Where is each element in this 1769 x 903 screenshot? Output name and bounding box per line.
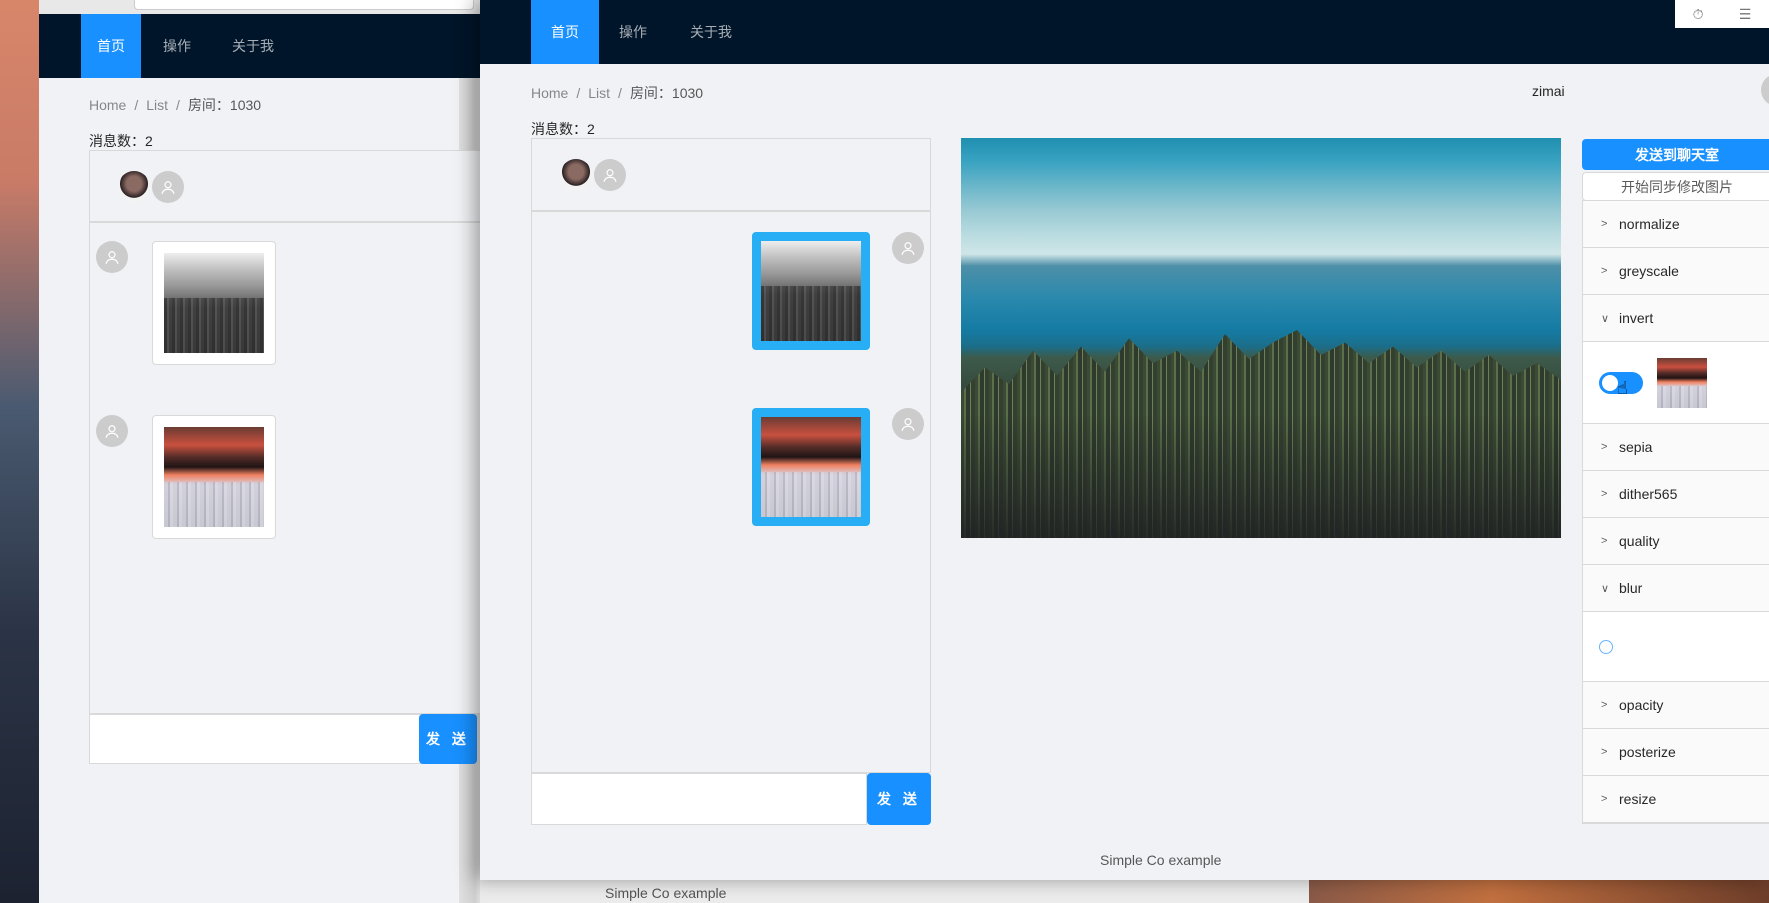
send-button[interactable]: 发 送: [419, 714, 477, 764]
member-bar: [531, 138, 931, 211]
person-icon[interactable]: [594, 159, 626, 191]
username[interactable]: zimai: [1532, 83, 1565, 99]
message-count: 消息数：2: [89, 133, 153, 149]
message-bubble[interactable]: [152, 241, 276, 365]
person-icon[interactable]: [152, 171, 184, 203]
sync-edit-button[interactable]: 开始同步修改图片: [1582, 172, 1769, 201]
breadcrumb-room: 房间：1030: [629, 85, 704, 101]
filter-quality[interactable]: > quality: [1583, 518, 1769, 565]
message-input[interactable]: [531, 773, 867, 825]
filter-label: invert: [1619, 310, 1654, 326]
message-image-invert[interactable]: [761, 417, 861, 517]
avatar[interactable]: [560, 159, 592, 191]
bg-nav-bar: 首页 操作 关于我: [39, 14, 499, 78]
member-bar: [89, 150, 499, 222]
message-bubble-self[interactable]: [752, 408, 870, 526]
message-bubble-self[interactable]: [752, 232, 870, 350]
breadcrumb-list[interactable]: List: [588, 85, 610, 101]
nav-bar: 首页 操作 关于我: [480, 0, 1769, 64]
edited-image[interactable]: [961, 138, 1561, 538]
person-icon: [96, 415, 128, 447]
nav-item-home[interactable]: 首页: [81, 14, 141, 78]
invert-preview-thumbnail[interactable]: [1657, 358, 1707, 408]
bg-footer-text: Simple Co example: [605, 885, 727, 901]
breadcrumb-room: 房间：1030: [187, 97, 262, 113]
filter-label: opacity: [1619, 697, 1664, 713]
chevron-right-icon: >: [1601, 488, 1608, 500]
chevron-down-icon: ∨: [1601, 312, 1610, 325]
timer-icon[interactable]: ⏱: [1693, 6, 1704, 23]
desktop-wallpaper: [1309, 880, 1769, 903]
breadcrumb-home[interactable]: Home: [89, 97, 126, 113]
message-image-greyscale[interactable]: [164, 253, 264, 353]
chevron-right-icon: >: [1601, 535, 1608, 547]
background-window: 首页 操作 关于我 Home / List / 房间：1030 消息数：2 发 送: [39, 0, 499, 903]
send-to-room-button[interactable]: 发送到聊天室: [1582, 139, 1769, 170]
blur-loading-indicator: [1599, 640, 1613, 654]
person-icon: [892, 408, 924, 440]
filter-normalize[interactable]: > normalize: [1583, 201, 1769, 248]
foreground-window: 首页 操作 关于我 Home / List / 房间：1030 zimai 消息数：2 …: [480, 0, 1769, 880]
breadcrumb: Home / List / 房间：1030: [531, 85, 704, 101]
image-forest: [961, 330, 1561, 538]
chevron-down-icon: ∨: [1601, 582, 1610, 595]
address-field[interactable]: [134, 0, 474, 10]
filter-opacity[interactable]: > opacity: [1583, 682, 1769, 729]
filter-posterize[interactable]: > posterize: [1583, 729, 1769, 776]
chevron-right-icon: >: [1601, 746, 1608, 758]
filter-label: quality: [1619, 533, 1660, 549]
person-icon: [892, 232, 924, 264]
user-avatar[interactable]: [1761, 74, 1769, 106]
avatar[interactable]: [118, 171, 150, 203]
breadcrumb: Home / List / 房间：1030: [89, 97, 262, 113]
breadcrumb-list[interactable]: List: [146, 97, 168, 113]
breadcrumb-home[interactable]: Home: [531, 85, 568, 101]
chevron-right-icon: >: [1601, 218, 1608, 230]
filter-dither565[interactable]: > dither565: [1583, 471, 1769, 518]
filter-invert[interactable]: ∨ invert ☝: [1583, 295, 1769, 424]
message-input[interactable]: [89, 714, 423, 764]
filter-label: posterize: [1619, 744, 1676, 760]
filter-label: normalize: [1619, 216, 1680, 232]
filter-label: sepia: [1619, 439, 1653, 455]
chevron-right-icon: >: [1601, 441, 1608, 453]
layers-icon[interactable]: ☰: [1739, 6, 1752, 23]
filter-label: blur: [1619, 580, 1643, 596]
filter-label: greyscale: [1619, 263, 1679, 279]
filter-invert-body: ☝: [1583, 341, 1769, 423]
chevron-right-icon: >: [1601, 699, 1608, 711]
filter-label: dither565: [1619, 486, 1678, 502]
footer-text: Simple Co example: [1100, 852, 1222, 868]
message-image-invert[interactable]: [164, 427, 264, 527]
chevron-right-icon: >: [1601, 265, 1608, 277]
nav-item-about[interactable]: 关于我: [667, 0, 755, 64]
nav-item-home[interactable]: 首页: [531, 0, 599, 64]
message-list: [531, 211, 931, 773]
system-toolbar: ⏱ ☰: [1675, 0, 1769, 28]
filter-label: resize: [1619, 791, 1657, 807]
filter-blur-body: [1583, 611, 1769, 681]
filter-blur[interactable]: ∨ blur: [1583, 565, 1769, 682]
message-image-greyscale[interactable]: [761, 241, 861, 341]
nav-item-operations[interactable]: 操作: [147, 14, 207, 78]
address-bar: [39, 0, 499, 14]
chevron-right-icon: >: [1601, 793, 1608, 805]
message-count: 消息数：2: [531, 121, 595, 137]
filter-sepia[interactable]: > sepia: [1583, 424, 1769, 471]
message-list: [89, 222, 499, 714]
nav-item-about[interactable]: 关于我: [213, 14, 293, 78]
filter-greyscale[interactable]: > greyscale: [1583, 248, 1769, 295]
send-button[interactable]: 发 送: [867, 773, 931, 825]
cursor-hand-icon: ☝: [1617, 378, 1628, 398]
message-bubble[interactable]: [152, 415, 276, 539]
nav-item-operations[interactable]: 操作: [599, 0, 667, 64]
person-icon: [96, 241, 128, 273]
filter-collapse: > normalize > greyscale ∨ invert ☝ > sepia >…: [1582, 200, 1769, 824]
filter-resize[interactable]: > resize: [1583, 776, 1769, 823]
bg-footer-strip: Simple Co example: [480, 880, 1309, 903]
